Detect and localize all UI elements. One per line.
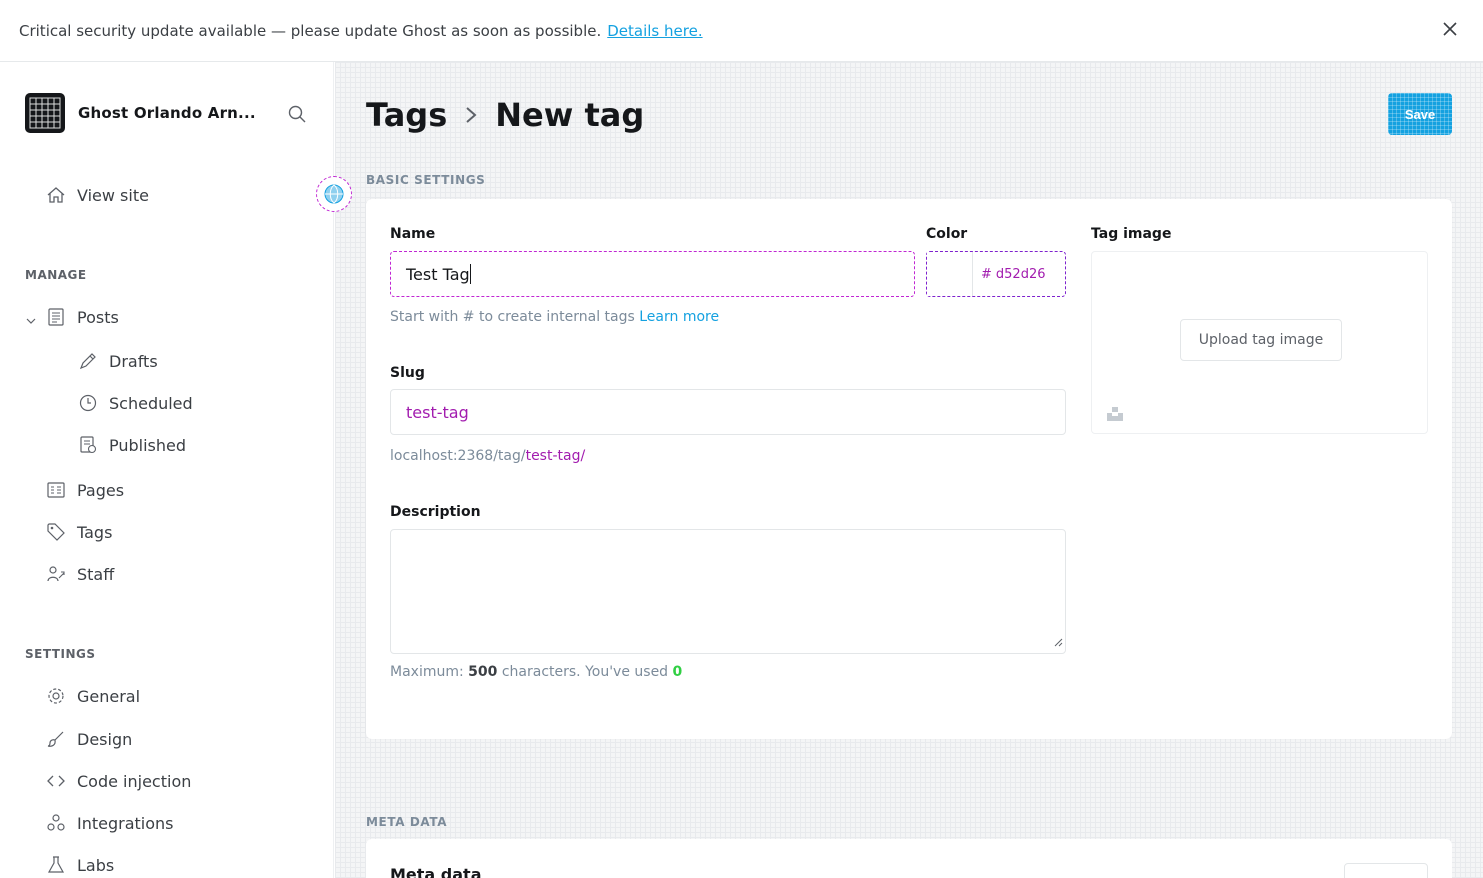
name-hint: Start with # to create internal tags Lea… <box>390 309 719 325</box>
settings-section-label: SETTINGS <box>25 647 96 661</box>
sidebar-item-label: Scheduled <box>109 393 193 413</box>
sidebar-item-label: General <box>77 686 141 706</box>
pages-icon <box>45 479 67 501</box>
color-value: d52d26 <box>995 266 1046 282</box>
chevron-down-icon[interactable] <box>25 312 37 331</box>
upload-tag-image-button[interactable]: Upload tag image <box>1180 319 1342 361</box>
staff-icon <box>45 563 67 585</box>
tag-image-dropzone[interactable]: Upload tag image <box>1091 251 1428 434</box>
sidebar-item-integrations[interactable]: Integrations <box>45 812 174 834</box>
sidebar-item-label: Staff <box>77 564 115 584</box>
home-icon <box>45 184 67 206</box>
slug-value: test-tag <box>406 402 469 422</box>
meta-data-title: META DATA <box>366 815 448 829</box>
sidebar-item-label: Published <box>109 435 187 455</box>
desc-hint-prefix: Maximum: <box>390 664 464 680</box>
clock-icon <box>77 392 99 414</box>
site-brand[interactable]: Ghost Orlando Arn... <box>25 93 256 133</box>
color-hex[interactable]: # d52d26 <box>973 252 1065 296</box>
meta-data-card: Meta data <box>366 839 1452 878</box>
sidebar-item-label: Integrations <box>77 813 174 833</box>
sidebar-item-label: Design <box>77 729 133 749</box>
name-hint-text: Start with # to create internal tags <box>390 309 635 325</box>
breadcrumb-tags-link[interactable]: Tags <box>366 96 447 134</box>
flask-icon <box>45 854 67 876</box>
resize-handle-icon[interactable] <box>1053 632 1063 651</box>
gear-icon <box>45 685 67 707</box>
pencil-icon <box>77 350 99 372</box>
sidebar-item-label: Pages <box>77 480 125 500</box>
slug-input[interactable]: test-tag <box>390 389 1066 435</box>
sidebar-item-drafts[interactable]: Drafts <box>77 350 158 372</box>
chevron-right-icon <box>463 104 479 126</box>
sidebar-item-view-site[interactable]: View site <box>45 184 149 206</box>
main-content: Tags New tag Save BASIC SETTINGS Name Te… <box>335 62 1483 878</box>
sidebar-item-labs[interactable]: Labs <box>45 854 114 876</box>
sidebar-item-tags[interactable]: Tags <box>45 521 112 543</box>
color-swatch[interactable] <box>927 252 973 296</box>
meta-data-card-title: Meta data <box>390 865 482 878</box>
desc-used: 0 <box>672 664 683 680</box>
description-hint: Maximum: 500 characters. You've used 0 <box>390 664 682 680</box>
sidebar-item-label: Labs <box>77 855 115 875</box>
color-label: Color <box>926 226 968 242</box>
url-prefix: localhost:2368/tag/ <box>390 448 526 464</box>
brush-icon <box>45 728 67 750</box>
search-icon[interactable] <box>287 104 307 128</box>
learn-more-link[interactable]: Learn more <box>639 309 719 325</box>
close-icon[interactable] <box>1439 18 1461 40</box>
sidebar-item-code-injection[interactable]: Code injection <box>45 770 191 792</box>
tag-icon <box>45 521 67 543</box>
basic-settings-card: Name Test Tag Start with # to create int… <box>366 199 1452 739</box>
desc-hint-mid: characters. You've used <box>501 664 669 680</box>
name-value: Test Tag <box>406 264 470 284</box>
color-field[interactable]: # d52d26 <box>926 251 1066 297</box>
color-hash: # <box>981 266 992 282</box>
site-title: Ghost Orlando Arn... <box>78 104 256 122</box>
integrations-icon <box>45 812 67 834</box>
url-slug: test-tag/ <box>525 448 586 464</box>
sidebar-item-label: Tags <box>77 522 113 542</box>
sidebar-item-design[interactable]: Design <box>45 728 132 750</box>
alert-details-link[interactable]: Details here. <box>607 22 702 40</box>
desc-max: 500 <box>468 664 498 680</box>
text-cursor <box>469 264 471 284</box>
sidebar-item-pages[interactable]: Pages <box>45 479 124 501</box>
published-icon <box>77 434 99 456</box>
sidebar-item-general[interactable]: General <box>45 685 140 707</box>
save-button[interactable]: Save <box>1388 93 1452 135</box>
name-label: Name <box>390 226 436 242</box>
sidebar-item-scheduled[interactable]: Scheduled <box>77 392 193 414</box>
page-title: New tag <box>495 96 645 134</box>
sidebar-item-label: View site <box>77 185 149 205</box>
basic-settings-title: BASIC SETTINGS <box>366 173 486 187</box>
description-label: Description <box>390 504 481 520</box>
manage-section-label: MANAGE <box>25 268 87 282</box>
description-textarea[interactable] <box>390 529 1066 654</box>
code-icon <box>45 770 67 792</box>
globe-icon[interactable] <box>316 176 352 212</box>
sidebar-item-published[interactable]: Published <box>77 434 186 456</box>
unsplash-icon[interactable] <box>1106 404 1124 426</box>
name-input[interactable]: Test Tag <box>390 251 915 297</box>
sidebar-item-label: Drafts <box>109 351 158 371</box>
meta-data-expand-button[interactable] <box>1344 863 1428 878</box>
slug-url-hint: localhost:2368/tag/test-tag/ <box>390 448 585 464</box>
tag-image-label: Tag image <box>1091 226 1172 242</box>
site-logo <box>25 93 65 133</box>
sidebar-item-staff[interactable]: Staff <box>45 563 114 585</box>
slug-label: Slug <box>390 365 425 381</box>
breadcrumb: Tags New tag <box>366 96 644 134</box>
alert-message: Critical security update available — ple… <box>19 21 602 40</box>
posts-icon <box>45 306 67 328</box>
sidebar-item-label: Code injection <box>77 771 192 791</box>
sidebar-item-posts[interactable]: Posts <box>45 306 119 328</box>
sidebar: Ghost Orlando Arn... View site MANAGE Po… <box>0 62 334 878</box>
security-alert-bar: Critical security update available — ple… <box>0 0 1483 62</box>
sidebar-item-label: Posts <box>77 307 119 327</box>
